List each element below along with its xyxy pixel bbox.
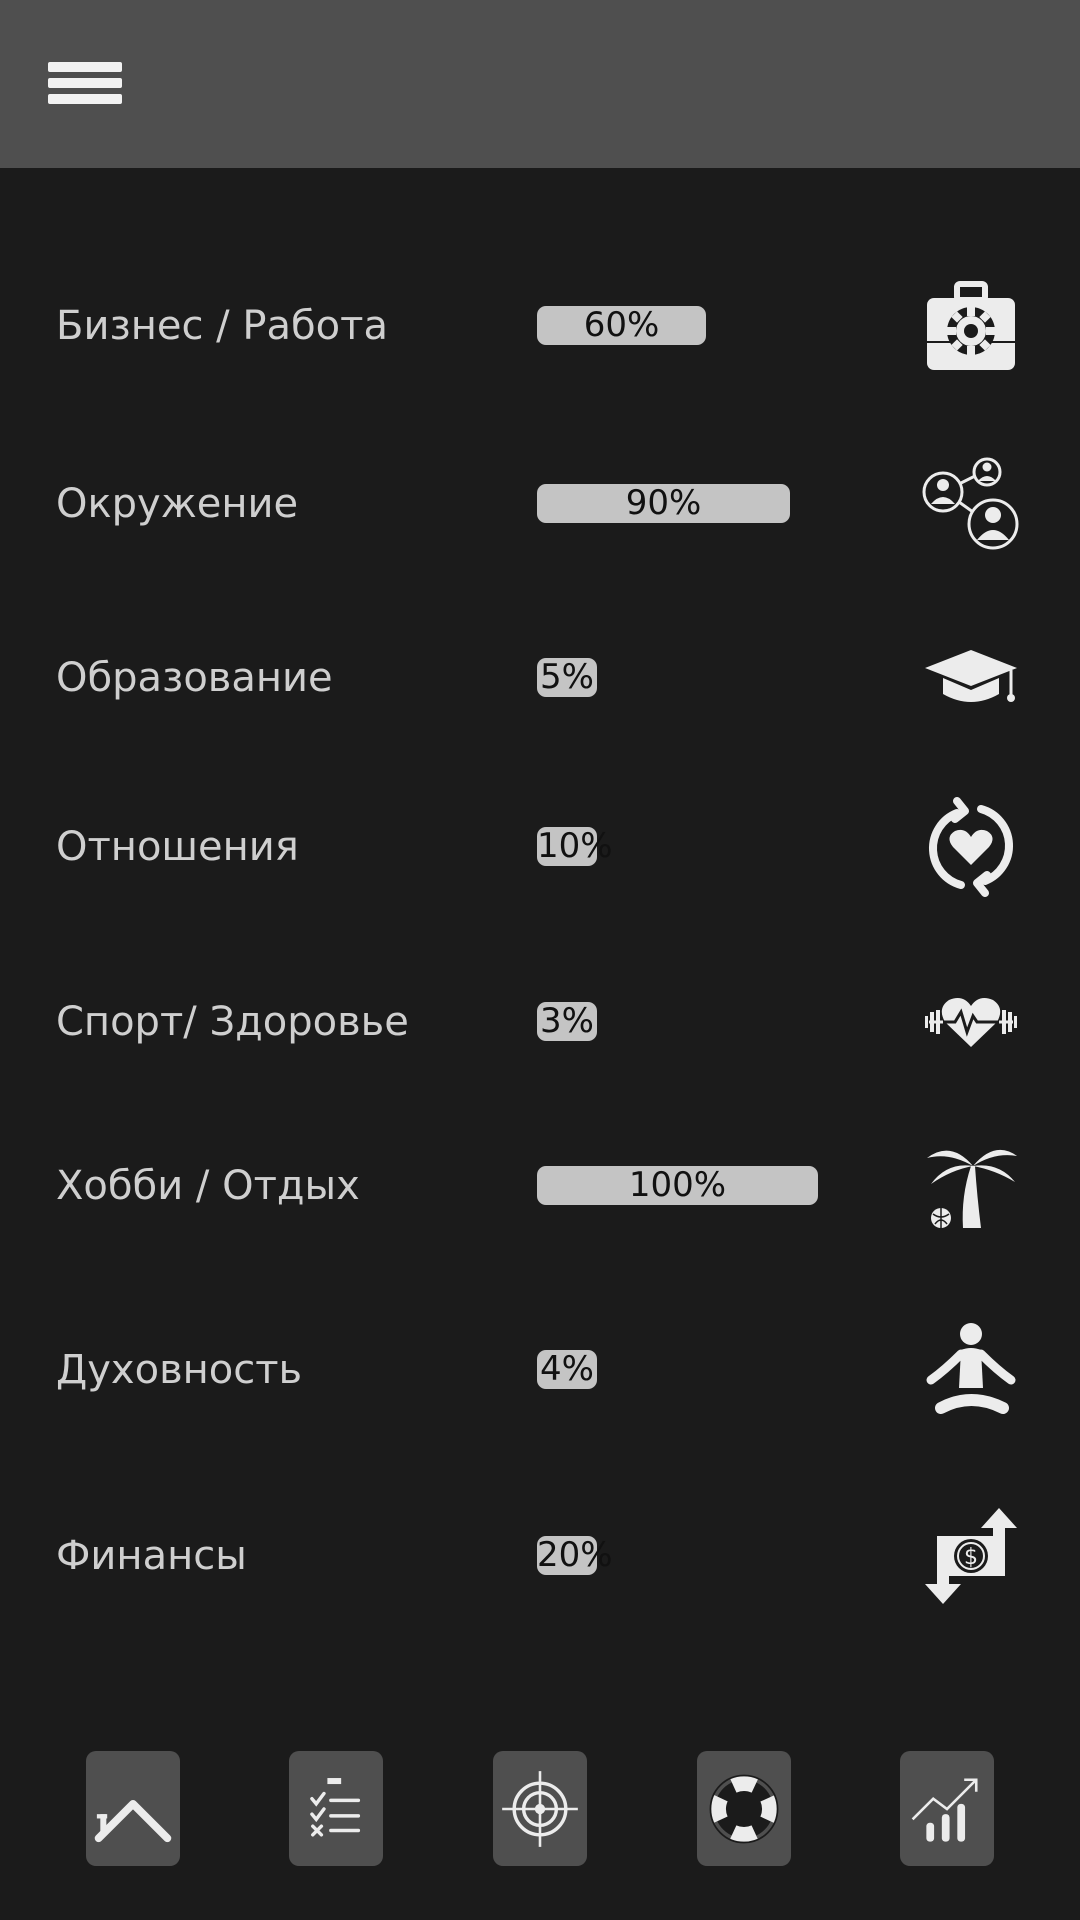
nav-goals-button[interactable]	[493, 1751, 587, 1866]
nav-tasks-button[interactable]	[289, 1751, 383, 1866]
home-icon	[94, 1799, 172, 1842]
category-label: Окружение	[56, 481, 299, 527]
graduation-cap-icon	[912, 628, 1030, 728]
progress-bar[interactable]: 3%	[537, 1002, 597, 1041]
nav-home-button[interactable]	[86, 1751, 180, 1866]
meditation-icon	[912, 1320, 1030, 1420]
category-row-spirituality: Духовность 4%	[0, 1310, 1080, 1430]
category-label: Образование	[56, 655, 333, 701]
category-row-education: Образование 5%	[0, 618, 1080, 738]
money-exchange-icon: $	[912, 1506, 1030, 1606]
category-row-relationships: Отношения 10%	[0, 787, 1080, 907]
briefcase-gear-icon	[912, 276, 1030, 376]
heart-refresh-icon	[912, 797, 1030, 897]
menu-icon[interactable]	[48, 60, 122, 106]
checklist-icon	[310, 1777, 361, 1837]
category-row-business: Бизнес / Работа 60%	[0, 266, 1080, 386]
nav-stats-button[interactable]	[900, 1751, 994, 1866]
progress-bar[interactable]: 5%	[537, 658, 597, 697]
category-label: Хобби / Отдых	[56, 1163, 360, 1209]
progress-bar[interactable]: 60%	[537, 306, 706, 345]
category-row-hobby-rest: Хобби / Отдых 100%	[0, 1126, 1080, 1246]
progress-bar[interactable]: 100%	[537, 1166, 818, 1205]
svg-text:$: $	[964, 1545, 978, 1570]
category-row-environment: Окружение 90%	[0, 444, 1080, 564]
lifebuoy-icon	[709, 1774, 779, 1843]
growth-chart-icon	[911, 1777, 978, 1842]
category-label: Спорт/ Здоровье	[56, 999, 409, 1045]
progress-bar[interactable]: 90%	[537, 484, 790, 523]
category-label: Духовность	[56, 1347, 303, 1393]
target-icon	[502, 1770, 578, 1847]
progress-bar[interactable]: 4%	[537, 1350, 597, 1389]
nav-help-button[interactable]	[697, 1751, 791, 1866]
category-row-finance: Финансы 20% $	[0, 1496, 1080, 1616]
progress-bar[interactable]: 10%	[537, 827, 613, 866]
category-label: Финансы	[56, 1533, 247, 1579]
category-row-sport-health: Спорт/ Здоровье 3%	[0, 962, 1080, 1082]
palm-tree-icon	[912, 1136, 1030, 1236]
category-label: Бизнес / Работа	[56, 303, 388, 349]
heart-dumbbell-icon	[912, 972, 1030, 1072]
people-network-icon	[912, 454, 1030, 554]
category-label: Отношения	[56, 824, 299, 870]
top-app-bar	[0, 0, 1080, 168]
progress-bar[interactable]: 20%	[537, 1536, 613, 1575]
